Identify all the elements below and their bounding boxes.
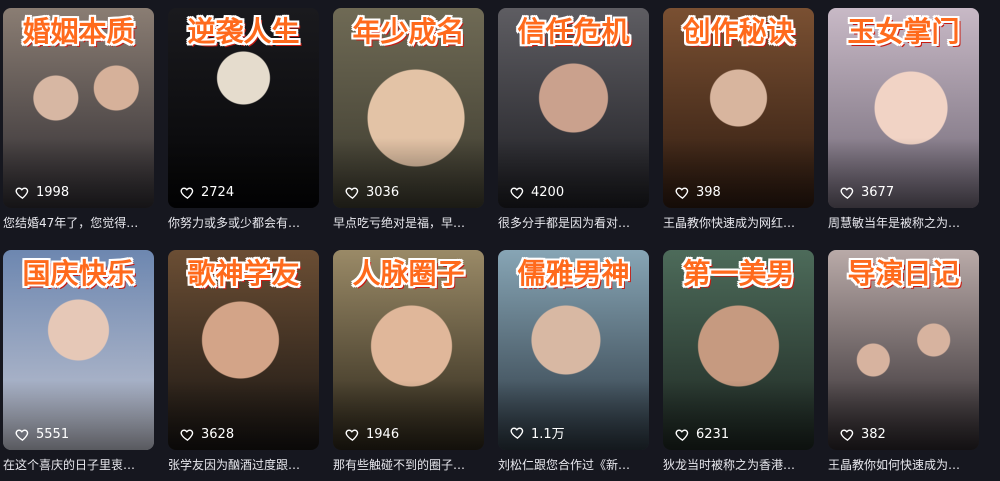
video-card[interactable]: 创作秘诀 398 王晶教你快速成为网红… — [663, 8, 814, 231]
like-count: 2724 — [180, 185, 234, 200]
heart-icon — [180, 187, 194, 199]
like-count: 3628 — [180, 427, 234, 442]
video-caption[interactable]: 张学友因为酗酒过度跟… — [168, 457, 319, 473]
video-caption[interactable]: 早点吃亏绝对是福，早… — [333, 215, 484, 231]
video-thumbnail[interactable]: 导演日记 382 — [828, 250, 979, 450]
video-caption[interactable]: 你努力或多或少都会有… — [168, 215, 319, 231]
heart-icon — [15, 187, 29, 199]
video-caption[interactable]: 王晶教你快速成为网红… — [663, 215, 814, 231]
like-count-value: 382 — [861, 427, 886, 442]
thumbnail-title: 国庆快乐 — [22, 257, 135, 290]
video-caption[interactable]: 在这个喜庆的日子里衷… — [3, 457, 154, 473]
heart-icon — [510, 427, 524, 439]
video-card[interactable]: 逆袭人生 2724 你努力或多或少都会有… — [168, 8, 319, 231]
thumbnail-title: 导演日记 — [847, 257, 960, 290]
heart-icon — [180, 429, 194, 441]
video-card[interactable]: 第一美男 6231 狄龙当时被称之为香港… — [663, 250, 814, 473]
video-card[interactable]: 导演日记 382 王晶教你如何快速成为… — [828, 250, 979, 473]
video-caption[interactable]: 您结婚47年了，您觉得… — [3, 215, 154, 231]
like-count: 1998 — [15, 185, 69, 200]
thumbnail-title: 第一美男 — [682, 257, 795, 290]
thumbnail-title: 人脉圈子 — [352, 257, 465, 290]
like-count: 398 — [675, 185, 721, 200]
video-caption[interactable]: 狄龙当时被称之为香港… — [663, 457, 814, 473]
video-caption[interactable]: 那有些触碰不到的圈子… — [333, 457, 484, 473]
thumbnail-title: 创作秘诀 — [682, 15, 795, 48]
video-card[interactable]: 信任危机 4200 很多分手都是因为看对… — [498, 8, 649, 231]
like-count-value: 3036 — [366, 185, 400, 200]
video-caption[interactable]: 周慧敏当年是被称之为… — [828, 215, 979, 231]
video-caption[interactable]: 很多分手都是因为看对… — [498, 215, 649, 231]
heart-icon — [345, 187, 359, 199]
video-caption[interactable]: 刘松仁跟您合作过《新… — [498, 457, 649, 473]
video-caption[interactable]: 王晶教你如何快速成为… — [828, 457, 979, 473]
like-count-value: 3677 — [861, 185, 895, 200]
like-count: 1.1万 — [510, 423, 565, 442]
thumbnail-title: 歌神学友 — [187, 257, 300, 290]
like-count-value: 3628 — [201, 427, 235, 442]
video-thumbnail[interactable]: 玉女掌门 3677 — [828, 8, 979, 208]
like-count: 6231 — [675, 427, 729, 442]
like-count: 382 — [840, 427, 886, 442]
like-count-value: 1.1万 — [531, 427, 565, 442]
video-card[interactable]: 国庆快乐 5551 在这个喜庆的日子里衷… — [3, 250, 154, 473]
video-card[interactable]: 年少成名 3036 早点吃亏绝对是福，早… — [333, 8, 484, 231]
heart-icon — [345, 429, 359, 441]
video-grid: 婚姻本质 1998 您结婚47年了，您觉得… 逆袭人生 2724 你努力或多或少… — [0, 0, 1000, 481]
like-count-value: 6231 — [696, 427, 730, 442]
thumbnail-title: 婚姻本质 — [22, 15, 135, 48]
thumbnail-title: 玉女掌门 — [847, 15, 960, 48]
like-count-value: 5551 — [36, 427, 70, 442]
video-thumbnail[interactable]: 国庆快乐 5551 — [3, 250, 154, 450]
thumbnail-title: 逆袭人生 — [187, 15, 300, 48]
thumbnail-title: 儒雅男神 — [517, 257, 630, 290]
like-count-value: 2724 — [201, 185, 235, 200]
like-count: 3036 — [345, 185, 399, 200]
like-count: 4200 — [510, 185, 564, 200]
heart-icon — [675, 429, 689, 441]
video-card[interactable]: 儒雅男神 1.1万 刘松仁跟您合作过《新… — [498, 250, 649, 473]
like-count-value: 4200 — [531, 185, 565, 200]
video-thumbnail[interactable]: 歌神学友 3628 — [168, 250, 319, 450]
heart-icon — [840, 187, 854, 199]
heart-icon — [675, 187, 689, 199]
video-card[interactable]: 玉女掌门 3677 周慧敏当年是被称之为… — [828, 8, 979, 231]
heart-icon — [15, 429, 29, 441]
video-card[interactable]: 婚姻本质 1998 您结婚47年了，您觉得… — [3, 8, 154, 231]
video-thumbnail[interactable]: 第一美男 6231 — [663, 250, 814, 450]
like-count-value: 1946 — [366, 427, 400, 442]
like-count: 1946 — [345, 427, 399, 442]
like-count: 3677 — [840, 185, 894, 200]
thumbnail-title: 信任危机 — [517, 15, 630, 48]
like-count-value: 398 — [696, 185, 721, 200]
video-thumbnail[interactable]: 创作秘诀 398 — [663, 8, 814, 208]
video-thumbnail[interactable]: 信任危机 4200 — [498, 8, 649, 208]
video-thumbnail[interactable]: 儒雅男神 1.1万 — [498, 250, 649, 450]
video-card[interactable]: 歌神学友 3628 张学友因为酗酒过度跟… — [168, 250, 319, 473]
like-count-value: 1998 — [36, 185, 70, 200]
heart-icon — [840, 429, 854, 441]
video-card[interactable]: 人脉圈子 1946 那有些触碰不到的圈子… — [333, 250, 484, 473]
video-thumbnail[interactable]: 人脉圈子 1946 — [333, 250, 484, 450]
video-thumbnail[interactable]: 年少成名 3036 — [333, 8, 484, 208]
thumbnail-title: 年少成名 — [352, 15, 465, 48]
like-count: 5551 — [15, 427, 69, 442]
video-thumbnail[interactable]: 婚姻本质 1998 — [3, 8, 154, 208]
heart-icon — [510, 187, 524, 199]
video-thumbnail[interactable]: 逆袭人生 2724 — [168, 8, 319, 208]
